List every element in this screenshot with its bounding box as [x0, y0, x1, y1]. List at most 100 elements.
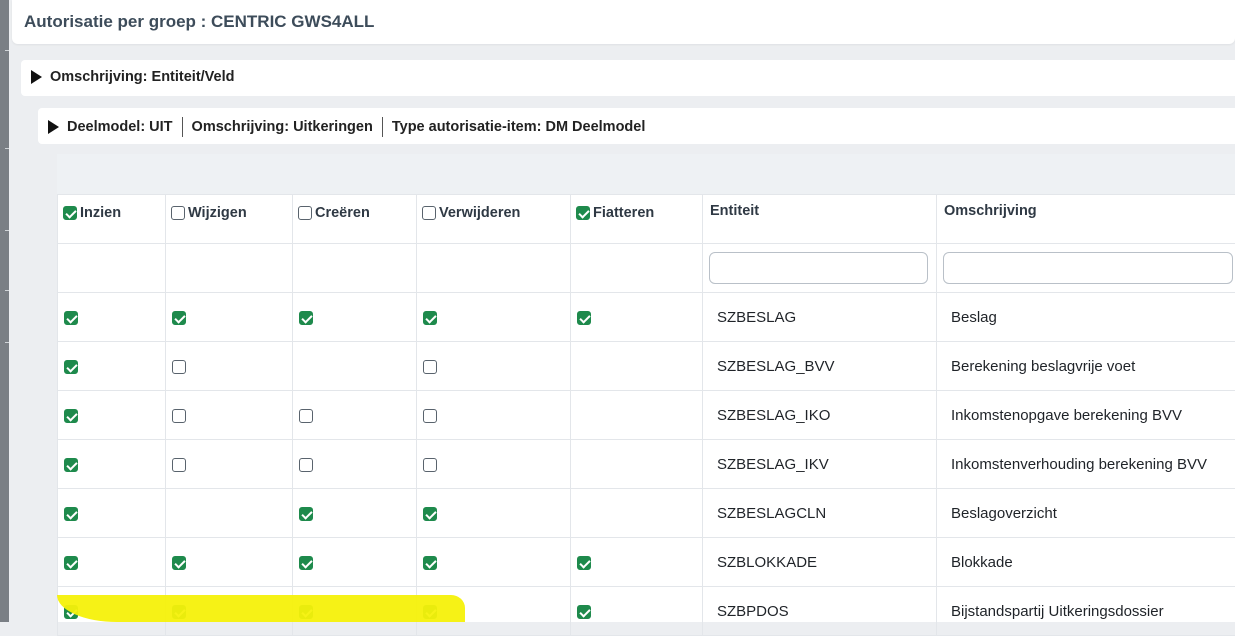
cell-inzien	[58, 293, 166, 342]
column-label-fiatteren: Fiatteren	[593, 205, 654, 221]
segment-divider	[182, 117, 183, 137]
cell-creeren	[293, 342, 417, 391]
cell-entiteit: SZBPDOS	[703, 587, 937, 636]
table-row[interactable]: SZBESLAGCLNBeslagoverzicht	[58, 489, 1235, 538]
verwijderen-checkbox[interactable]	[423, 458, 437, 472]
cell-wijzigen	[166, 391, 293, 440]
column-header-wijzigen[interactable]: Wijzigen	[166, 195, 293, 244]
filter-cell-empty	[571, 244, 703, 293]
verwijderen-checkbox[interactable]	[423, 360, 437, 374]
verwijderen-checkbox[interactable]	[423, 556, 437, 570]
authorization-table: Inzien Wijzigen Creëren Verwijderen Fiattere…	[57, 194, 1235, 636]
header-checkbox-inzien[interactable]	[63, 206, 77, 220]
cell-verwijderen	[417, 538, 571, 587]
creeren-checkbox[interactable]	[299, 556, 313, 570]
cell-entiteit: SZBESLAGCLN	[703, 489, 937, 538]
table-row[interactable]: SZBESLAG_IKOInkomstenopgave berekening B…	[58, 391, 1235, 440]
header-checkbox-creeren[interactable]	[298, 206, 312, 220]
verwijderen-checkbox[interactable]	[423, 507, 437, 521]
table-row[interactable]: SZBESLAGBeslag	[58, 293, 1235, 342]
cell-fiatteren	[571, 538, 703, 587]
header-checkbox-fiatteren[interactable]	[576, 206, 590, 220]
inzien-checkbox[interactable]	[64, 458, 78, 472]
filter-cell-empty	[166, 244, 293, 293]
cell-omschrijving: Blokkade	[937, 538, 1235, 587]
column-label-inzien: Inzien	[80, 205, 121, 221]
creeren-checkbox[interactable]	[299, 458, 313, 472]
wijzigen-checkbox[interactable]	[172, 409, 186, 423]
expand-triangle-icon[interactable]	[48, 120, 59, 134]
inzien-checkbox[interactable]	[64, 360, 78, 374]
inzien-checkbox[interactable]	[64, 556, 78, 570]
cell-omschrijving: Beslagoverzicht	[937, 489, 1235, 538]
column-label-entiteit: Entiteit	[710, 203, 759, 219]
header-checkbox-wijzigen[interactable]	[171, 206, 185, 220]
expand-triangle-icon[interactable]	[31, 70, 42, 84]
wijzigen-checkbox[interactable]	[172, 311, 186, 325]
authorization-grid: Inzien Wijzigen Creëren Verwijderen Fiattere…	[57, 154, 1235, 622]
cell-fiatteren	[571, 342, 703, 391]
group-segment-type: Type autorisatie-item: DM Deelmodel	[392, 119, 646, 135]
fiatteren-checkbox[interactable]	[577, 556, 591, 570]
column-header-fiatteren[interactable]: Fiatteren	[571, 195, 703, 244]
column-header-entiteit[interactable]: Entiteit	[703, 195, 937, 244]
cell-fiatteren	[571, 440, 703, 489]
cell-fiatteren	[571, 587, 703, 636]
cell-creeren	[293, 538, 417, 587]
column-header-verwijderen[interactable]: Verwijderen	[417, 195, 571, 244]
column-header-inzien[interactable]: Inzien	[58, 195, 166, 244]
cell-fiatteren	[571, 293, 703, 342]
cell-entiteit: SZBESLAG_IKO	[703, 391, 937, 440]
wijzigen-checkbox[interactable]	[172, 556, 186, 570]
column-header-omschrijving[interactable]: Omschrijving	[937, 195, 1235, 244]
column-label-omschrijving: Omschrijving	[944, 203, 1037, 219]
header-row: Inzien Wijzigen Creëren Verwijderen Fiattere…	[58, 195, 1235, 244]
group-row-level2[interactable]: Deelmodel: UIT Omschrijving: Uitkeringen…	[38, 108, 1235, 144]
column-label-creeren: Creëren	[315, 205, 370, 221]
group-row-level1[interactable]: Omschrijving: Entiteit/Veld	[21, 60, 1235, 96]
table-row[interactable]: SZBLOKKADEBlokkade	[58, 538, 1235, 587]
filter-row	[58, 244, 1235, 293]
cell-inzien	[58, 489, 166, 538]
wijzigen-checkbox[interactable]	[172, 458, 186, 472]
cell-wijzigen	[166, 342, 293, 391]
omschrijving-filter-input[interactable]	[943, 252, 1233, 284]
cell-inzien	[58, 538, 166, 587]
filter-cell-empty	[58, 244, 166, 293]
cell-omschrijving: Berekening beslagvrije voet	[937, 342, 1235, 391]
verwijderen-checkbox[interactable]	[423, 311, 437, 325]
entiteit-filter-input[interactable]	[709, 252, 928, 284]
filter-cell-empty	[293, 244, 417, 293]
column-header-creeren[interactable]: Creëren	[293, 195, 417, 244]
cell-verwijderen	[417, 342, 571, 391]
page-header: Autorisatie per groep : CENTRIC GWS4ALL	[12, 0, 1235, 44]
grid-toolbar	[57, 154, 1235, 194]
filter-cell-omschrijving	[937, 244, 1235, 293]
table-row[interactable]: SZBESLAG_IKVInkomstenverhouding berekeni…	[58, 440, 1235, 489]
cell-entiteit: SZBLOKKADE	[703, 538, 937, 587]
cell-omschrijving: Bijstandspartij Uitkeringsdossier	[937, 587, 1235, 636]
cell-wijzigen	[166, 489, 293, 538]
inzien-checkbox[interactable]	[64, 507, 78, 521]
creeren-checkbox[interactable]	[299, 311, 313, 325]
cell-creeren	[293, 391, 417, 440]
table-row[interactable]: SZBESLAG_BVVBerekening beslagvrije voet	[58, 342, 1235, 391]
header-checkbox-verwijderen[interactable]	[422, 206, 436, 220]
wijzigen-checkbox[interactable]	[172, 360, 186, 374]
creeren-checkbox[interactable]	[299, 507, 313, 521]
page-title: Autorisatie per groep : CENTRIC GWS4ALL	[24, 12, 374, 32]
inzien-checkbox[interactable]	[64, 311, 78, 325]
cell-wijzigen	[166, 293, 293, 342]
cell-wijzigen	[166, 538, 293, 587]
cell-creeren	[293, 440, 417, 489]
verwijderen-checkbox[interactable]	[423, 409, 437, 423]
fiatteren-checkbox[interactable]	[577, 605, 591, 619]
cell-wijzigen	[166, 440, 293, 489]
inzien-checkbox[interactable]	[64, 409, 78, 423]
fiatteren-checkbox[interactable]	[577, 311, 591, 325]
table-body: SZBESLAGBeslagSZBESLAG_BVVBerekening bes…	[58, 293, 1235, 636]
cell-entiteit: SZBESLAG	[703, 293, 937, 342]
creeren-checkbox[interactable]	[299, 409, 313, 423]
cell-inzien	[58, 342, 166, 391]
filter-cell-entiteit	[703, 244, 937, 293]
